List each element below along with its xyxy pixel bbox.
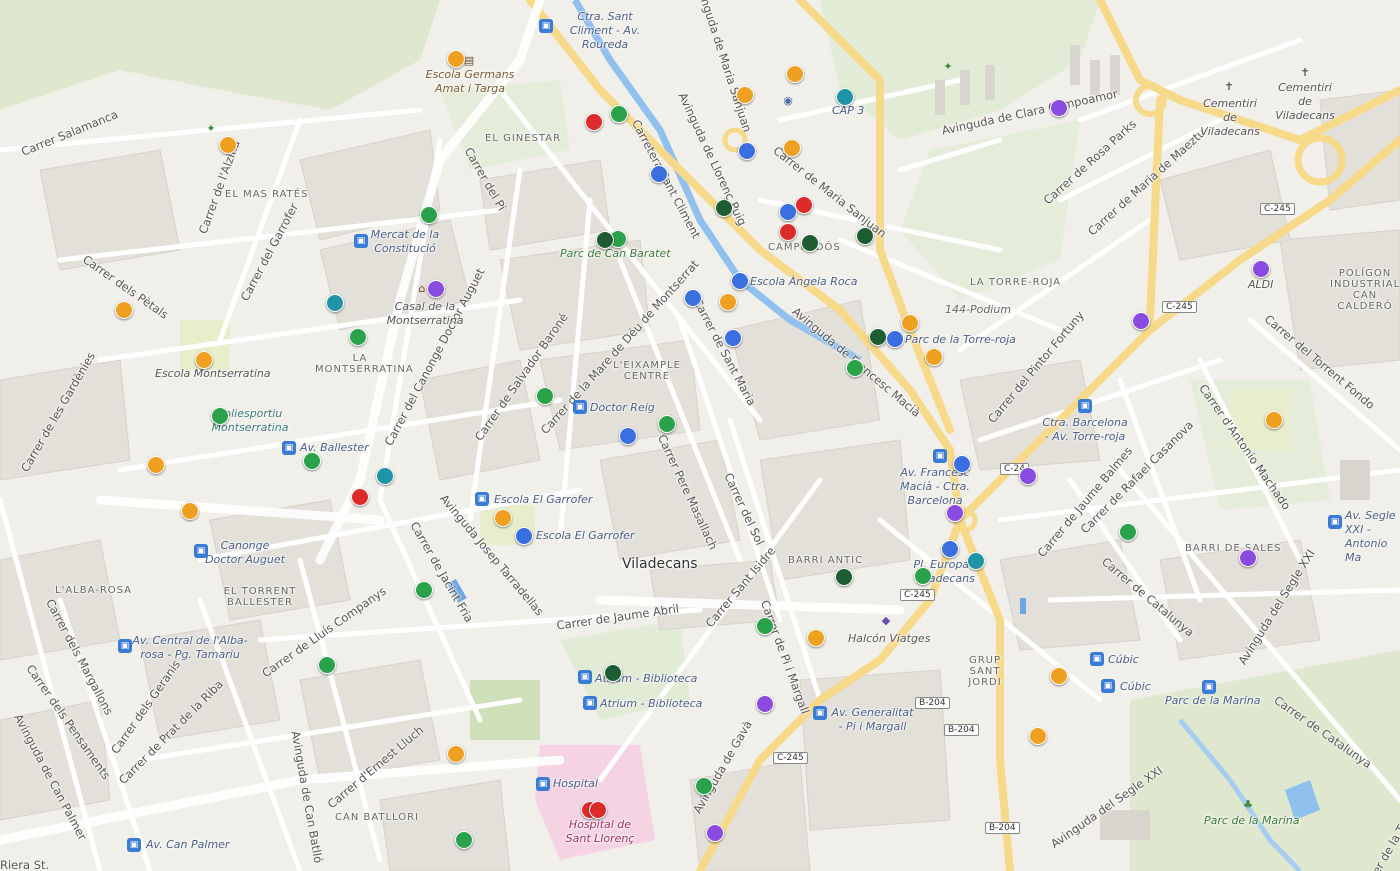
red-location-marker[interactable] xyxy=(779,223,797,241)
darkgreen-location-marker[interactable] xyxy=(869,328,887,346)
blue-location-marker[interactable] xyxy=(650,165,668,183)
green-location-marker[interactable] xyxy=(536,387,554,405)
darkgreen-location-marker[interactable] xyxy=(835,568,853,586)
blue-location-marker[interactable] xyxy=(953,455,971,473)
blue-location-marker[interactable] xyxy=(738,142,756,160)
darkgreen-location-marker[interactable] xyxy=(856,227,874,245)
bus-stop-icon[interactable] xyxy=(1101,679,1115,693)
purple-location-marker[interactable] xyxy=(1019,467,1037,485)
purple-location-marker[interactable] xyxy=(1050,99,1068,117)
green-location-marker[interactable] xyxy=(846,359,864,377)
map-canvas[interactable]: Carrer Salamanca Carrer de l'Alzina Carr… xyxy=(0,0,1400,871)
bus-stop-icon[interactable] xyxy=(813,706,827,720)
purple-location-marker[interactable] xyxy=(756,695,774,713)
red-location-marker[interactable] xyxy=(351,488,369,506)
orange-location-marker[interactable] xyxy=(447,50,465,68)
green-location-marker[interactable] xyxy=(1119,523,1137,541)
bus-stop-icon[interactable] xyxy=(282,441,296,455)
orange-location-marker[interactable] xyxy=(783,139,801,157)
green-location-marker[interactable] xyxy=(420,206,438,224)
bus-stop-icon[interactable] xyxy=(573,400,587,414)
green-location-marker[interactable] xyxy=(695,777,713,795)
bus-stop-icon[interactable] xyxy=(933,449,947,463)
bus-stop-icon[interactable] xyxy=(475,492,489,506)
bus-stop-icon[interactable] xyxy=(354,234,368,248)
red-location-marker[interactable] xyxy=(589,801,607,819)
orange-location-marker[interactable] xyxy=(807,629,825,647)
orange-location-marker[interactable] xyxy=(181,502,199,520)
darkgreen-location-marker[interactable] xyxy=(596,231,614,249)
blue-location-marker[interactable] xyxy=(731,272,749,290)
orange-location-marker[interactable] xyxy=(1050,667,1068,685)
sports-center-icon: ✦ xyxy=(206,122,216,135)
blue-location-marker[interactable] xyxy=(515,527,533,545)
green-location-marker[interactable] xyxy=(415,581,433,599)
green-location-marker[interactable] xyxy=(318,656,336,674)
purple-location-marker[interactable] xyxy=(1239,549,1257,567)
purple-location-marker[interactable] xyxy=(1132,312,1150,330)
clinic-icon: ◉ xyxy=(783,94,793,107)
bus-stop-icon[interactable] xyxy=(1078,399,1092,413)
blue-location-marker[interactable] xyxy=(684,289,702,307)
orange-location-marker[interactable] xyxy=(195,351,213,369)
green-location-marker[interactable] xyxy=(756,617,774,635)
orange-location-marker[interactable] xyxy=(147,456,165,474)
purple-location-marker[interactable] xyxy=(427,280,445,298)
purple-location-marker[interactable] xyxy=(946,504,964,522)
blue-location-marker[interactable] xyxy=(886,330,904,348)
bus-stop-icon[interactable] xyxy=(583,696,597,710)
green-location-marker[interactable] xyxy=(914,567,932,585)
bus-stop-icon[interactable] xyxy=(1328,515,1342,529)
bus-stop-icon[interactable] xyxy=(536,777,550,791)
cemetery-icon: ✝ xyxy=(1224,80,1234,93)
shop-icon: ◆ xyxy=(881,614,891,627)
blue-location-marker[interactable] xyxy=(619,427,637,445)
green-location-marker[interactable] xyxy=(610,105,628,123)
sports-center-icon: ✦ xyxy=(943,60,953,73)
bus-stop-icon[interactable] xyxy=(127,838,141,852)
purple-location-marker[interactable] xyxy=(1252,260,1270,278)
green-location-marker[interactable] xyxy=(349,328,367,346)
teal-location-marker[interactable] xyxy=(836,88,854,106)
bus-stop-icon[interactable] xyxy=(539,19,553,33)
teal-location-marker[interactable] xyxy=(376,467,394,485)
orange-location-marker[interactable] xyxy=(901,314,919,332)
darkgreen-location-marker[interactable] xyxy=(801,234,819,252)
darkgreen-location-marker[interactable] xyxy=(715,199,733,217)
orange-location-marker[interactable] xyxy=(719,293,737,311)
bus-stop-icon[interactable] xyxy=(1202,680,1216,694)
bus-stop-icon[interactable] xyxy=(578,670,592,684)
darkgreen-location-marker[interactable] xyxy=(604,664,622,682)
cemetery-icon: ✝ xyxy=(1300,66,1310,79)
orange-location-marker[interactable] xyxy=(925,348,943,366)
orange-location-marker[interactable] xyxy=(1029,727,1047,745)
bus-stop-icon[interactable] xyxy=(1090,652,1104,666)
park-icon: ♣ xyxy=(1243,798,1253,811)
bus-stop-icon[interactable] xyxy=(118,639,132,653)
red-location-marker[interactable] xyxy=(585,113,603,131)
orange-location-marker[interactable] xyxy=(219,136,237,154)
green-location-marker[interactable] xyxy=(303,452,321,470)
red-location-marker[interactable] xyxy=(795,196,813,214)
teal-location-marker[interactable] xyxy=(326,294,344,312)
orange-location-marker[interactable] xyxy=(115,301,133,319)
green-location-marker[interactable] xyxy=(455,831,473,849)
bus-stop-icon[interactable] xyxy=(194,544,208,558)
teal-location-marker[interactable] xyxy=(967,552,985,570)
orange-location-marker[interactable] xyxy=(786,65,804,83)
orange-location-marker[interactable] xyxy=(494,509,512,527)
orange-location-marker[interactable] xyxy=(1265,411,1283,429)
green-location-marker[interactable] xyxy=(211,407,229,425)
orange-location-marker[interactable] xyxy=(736,86,754,104)
blue-location-marker[interactable] xyxy=(724,329,742,347)
green-location-marker[interactable] xyxy=(658,415,676,433)
purple-location-marker[interactable] xyxy=(706,824,724,842)
orange-location-marker[interactable] xyxy=(447,745,465,763)
blue-location-marker[interactable] xyxy=(941,540,959,558)
